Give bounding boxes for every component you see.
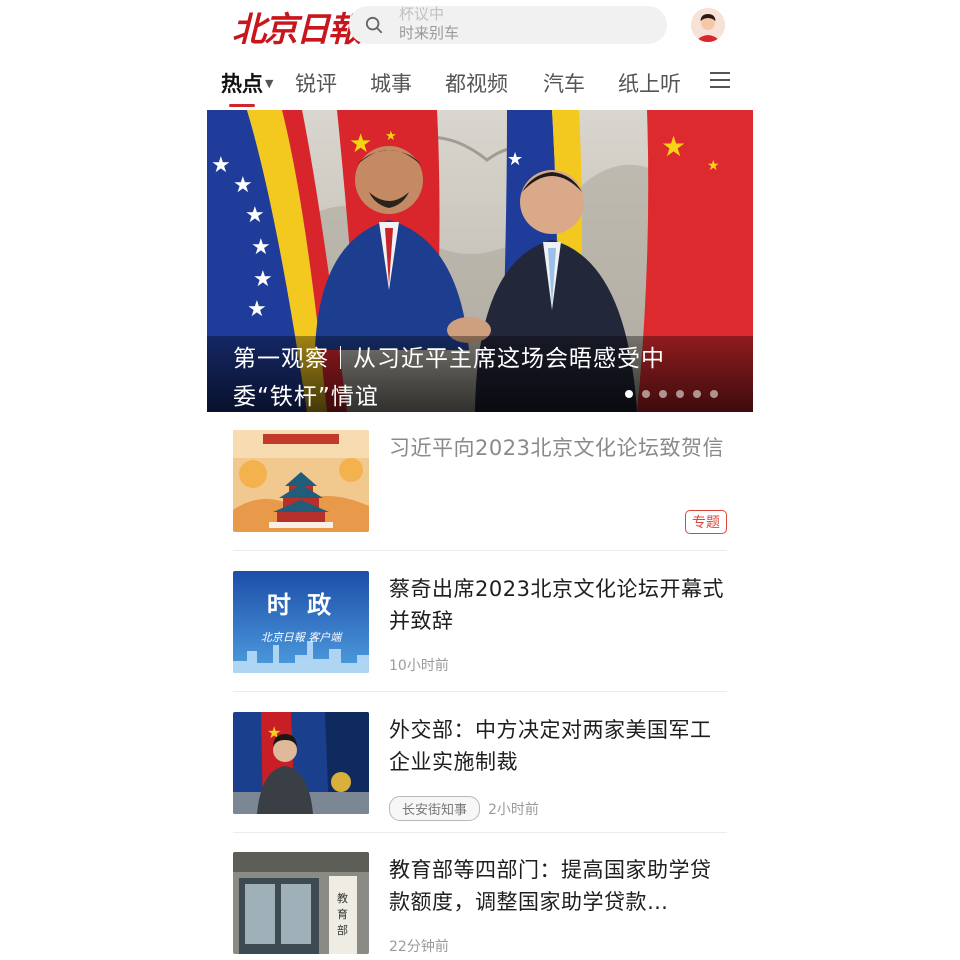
news-title: 蔡奇出席2023北京文化论坛开幕式并致辞: [389, 577, 724, 633]
tab-audio-paper[interactable]: 纸上听: [618, 68, 681, 98]
caret-down-icon: ▼: [265, 77, 274, 90]
news-meta: 10小时前: [389, 655, 449, 675]
news-meta: 22分钟前: [389, 936, 449, 956]
hero-title[interactable]: 第一观察｜从习近平主席这场会晤感受中委“铁杆”情谊: [233, 340, 703, 412]
svg-text:部: 部: [337, 923, 348, 937]
news-meta: 长安街知事 2小时前: [389, 796, 539, 821]
active-tab-indicator: [229, 104, 255, 107]
news-thumbnail: 时 政 北京日報 客户端: [233, 571, 369, 673]
news-title: 教育部等四部门：提高国家助学贷款额度，调整国家助学贷款…: [389, 858, 712, 914]
news-time: 22分钟前: [389, 939, 449, 955]
tab-auto[interactable]: 汽车: [543, 68, 585, 98]
app-logo[interactable]: 北京日報: [232, 4, 362, 50]
news-thumbnail: [233, 430, 369, 532]
svg-text:★: ★: [385, 129, 397, 144]
svg-text:★: ★: [661, 130, 686, 163]
tab-hot[interactable]: 热点 ▼: [221, 68, 273, 98]
svg-text:★: ★: [707, 158, 720, 174]
app-screen: 北京日報 杯议中 时来别车 热点 ▼ 锐评 城事 都视频 汽车 纸上听 ★ ★ …: [207, 0, 753, 960]
search-hint: 时来别车: [399, 24, 460, 42]
news-item[interactable]: ★ 外交部：中方决定对两家美国军工企业实施制裁 长安街知事 2小时前: [233, 712, 727, 852]
news-item[interactable]: 时 政 北京日報 客户端 蔡奇出席2023北京文化论坛开幕式并致辞 10小时前: [233, 571, 727, 711]
tab-video[interactable]: 都视频: [445, 68, 508, 98]
news-time: 2小时前: [488, 801, 539, 818]
carousel-dot[interactable]: [676, 390, 684, 398]
svg-text:育: 育: [337, 907, 348, 921]
source-tag[interactable]: 长安街知事: [389, 796, 481, 821]
carousel-dot[interactable]: [710, 390, 718, 398]
carousel-dot[interactable]: [625, 390, 633, 398]
news-title: 习近平向2023北京文化论坛致贺信: [389, 436, 724, 460]
svg-text:★: ★: [507, 149, 523, 170]
svg-text:★: ★: [251, 235, 271, 260]
search-icon: [365, 16, 383, 34]
hero-banner[interactable]: ★ ★ ★ ★ ★ ★ ★ ★ ★ ★ ★ 第一观察｜从习近平主席这场会晤感受中…: [207, 110, 753, 412]
carousel-dot[interactable]: [659, 390, 667, 398]
menu-icon[interactable]: [709, 70, 731, 90]
divider: [233, 691, 727, 692]
news-thumbnail: ★: [233, 712, 369, 814]
carousel-dot[interactable]: [693, 390, 701, 398]
thumbnail-caption: 时 政: [266, 590, 336, 619]
tab-commentary[interactable]: 锐评: [295, 68, 337, 98]
divider: [233, 550, 727, 551]
svg-text:教: 教: [337, 892, 348, 905]
news-item[interactable]: 习近平向2023北京文化论坛致贺信 专题: [233, 430, 727, 570]
svg-text:★: ★: [253, 267, 273, 292]
divider: [233, 832, 727, 833]
svg-text:★: ★: [245, 203, 265, 228]
search-hint-previous: 杯议中: [399, 5, 445, 23]
search-bar[interactable]: 杯议中 时来别车: [349, 5, 667, 44]
user-avatar-icon[interactable]: [691, 8, 725, 42]
tab-city[interactable]: 城事: [370, 68, 412, 98]
svg-text:★: ★: [211, 153, 231, 178]
svg-text:★: ★: [247, 297, 267, 322]
svg-text:★: ★: [233, 173, 253, 198]
news-item[interactable]: 教 育 部 教育部等四部门：提高国家助学贷款额度，调整国家助学贷款… 22分钟前: [233, 852, 727, 960]
thumbnail-subcaption: 北京日報 客户端: [260, 631, 342, 644]
special-topic-badge: 专题: [685, 510, 727, 534]
news-title: 外交部：中方决定对两家美国军工企业实施制裁: [389, 718, 712, 774]
news-time: 10小时前: [389, 658, 449, 674]
carousel-indicator: [625, 390, 718, 398]
carousel-dot[interactable]: [642, 390, 650, 398]
channel-tabs: 热点 ▼ 锐评 城事 都视频 汽车 纸上听: [207, 60, 753, 107]
news-thumbnail: 教 育 部: [233, 852, 369, 954]
